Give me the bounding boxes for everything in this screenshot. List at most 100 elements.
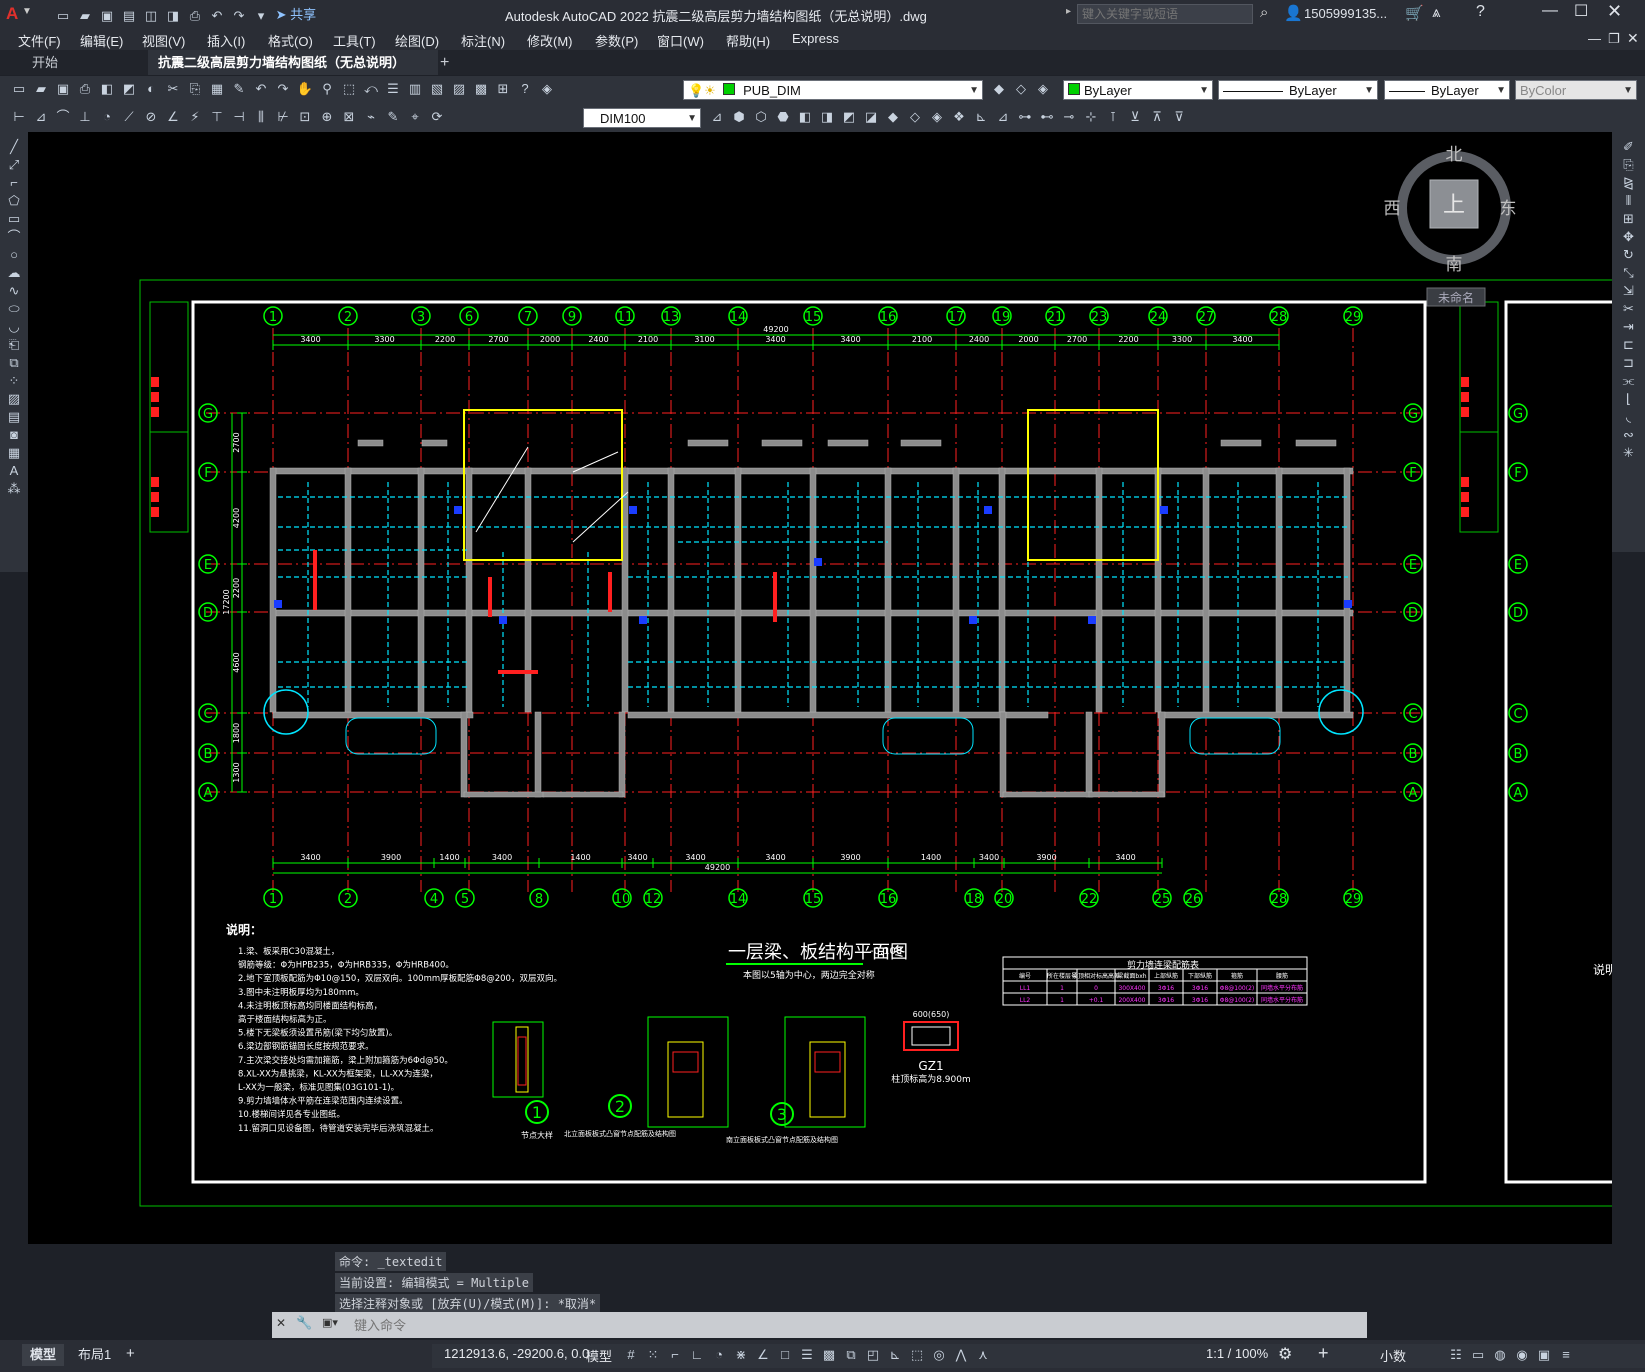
dimstyle-manager-icon[interactable]: ⊿ (708, 108, 726, 126)
view-left-icon[interactable]: ◧ (796, 108, 814, 126)
view-se-iso-icon[interactable]: ◇ (906, 108, 924, 126)
tab-document[interactable]: 抗震二级高层剪力墙结构图纸（无总说明）*✕ (148, 50, 438, 95)
transparency-icon[interactable]: ▩ (820, 1346, 838, 1364)
view-nw-iso-icon[interactable]: ❖ (950, 108, 968, 126)
add-layout-icon[interactable]: + (126, 1345, 135, 1362)
dynamic-ucs-icon[interactable]: ⊾ (886, 1346, 904, 1364)
properties-icon[interactable]: ☰ (384, 80, 402, 98)
dim-text-edit-icon[interactable]: ⌖ (406, 108, 424, 126)
command-close-icon[interactable]: ✕ (276, 1316, 286, 1330)
ucs-object-icon[interactable]: ⊸ (1060, 108, 1078, 126)
ucs-icon[interactable]: ⊾ (972, 108, 990, 126)
viewcube[interactable]: 上 北 南 西 东 未命名 (1384, 145, 1517, 307)
autocad-logo-icon[interactable]: A (6, 4, 18, 24)
infer-icon[interactable]: ⌐ (666, 1346, 684, 1364)
otrack-icon[interactable]: ∠ (754, 1346, 772, 1364)
doc-close-icon[interactable]: ✕ (1627, 30, 1639, 47)
line-icon[interactable]: ╱ (5, 138, 23, 156)
plotstyle-dropdown[interactable]: ByColor ▼ (1515, 80, 1637, 100)
ortho-icon[interactable]: ∟ (688, 1346, 706, 1364)
selection-cycling-icon[interactable]: ⧉ (842, 1346, 860, 1364)
menu-help[interactable]: 帮助(H) (726, 31, 770, 50)
print-icon[interactable]: ⎙ (76, 80, 94, 98)
user-name[interactable]: 1505999135... (1304, 6, 1387, 21)
publish-icon[interactable]: ◩ (120, 80, 138, 98)
redo-icon[interactable]: ↷ (274, 80, 292, 98)
tool-palettes-icon[interactable]: ▧ (428, 80, 446, 98)
scale-icon[interactable]: ⤡ (1620, 264, 1638, 282)
snap-icon[interactable]: ⁙ (644, 1346, 662, 1364)
app-menu-chevron-icon[interactable]: ▼ (22, 6, 32, 17)
dim-continue-icon[interactable]: ⊣ (230, 108, 248, 126)
viewcube-west-label[interactable]: 西 (1384, 199, 1401, 219)
osnap-icon[interactable]: □ (776, 1346, 794, 1364)
command-input[interactable] (352, 1314, 1356, 1337)
tab-layout1[interactable]: 布局1 (70, 1344, 119, 1366)
menu-parametric[interactable]: 参数(P) (595, 31, 638, 50)
search-icon[interactable]: ⌕ (1260, 4, 1268, 21)
dim-arc-icon[interactable]: ⌒ (54, 108, 72, 126)
make-block-icon[interactable]: ⧉ (5, 354, 23, 372)
qnew-icon[interactable]: ▭ (10, 80, 28, 98)
menu-dimension[interactable]: 标注(N) (461, 31, 505, 50)
zoom-window-icon[interactable]: ⬚ (340, 80, 358, 98)
autodesk-a360-icon[interactable]: ⩓ (1432, 4, 1440, 21)
design-center-icon[interactable]: ▥ (406, 80, 424, 98)
command-prompt-icon[interactable]: ▣▾ (322, 1316, 338, 1329)
join-icon[interactable]: ⫘ (1620, 372, 1638, 390)
markup-icon[interactable]: ▩ (472, 80, 490, 98)
cart-icon[interactable]: 🛒 (1405, 4, 1424, 22)
copy-object-icon[interactable]: ⎘ (1620, 156, 1638, 174)
dim-edit-icon[interactable]: ✎ (384, 108, 402, 126)
save-icon[interactable]: ▣ (54, 80, 72, 98)
ucs-face-icon[interactable]: ⊷ (1038, 108, 1056, 126)
hatch-icon[interactable]: ▨ (5, 390, 23, 408)
blend-icon[interactable]: ∾ (1620, 426, 1638, 444)
dim-break-icon[interactable]: ⊬ (274, 108, 292, 126)
undo-icon[interactable]: ↶ (208, 7, 226, 25)
save-icon[interactable]: ▣ (98, 7, 116, 25)
plot-icon[interactable]: ⎙ (186, 7, 204, 25)
dim-jogged-icon[interactable]: ⟋ (120, 108, 138, 126)
sheet-set-icon[interactable]: ▨ (450, 80, 468, 98)
color-dropdown[interactable]: ByLayer ▼ (1063, 80, 1213, 100)
dim-angular-icon[interactable]: ∠ (164, 108, 182, 126)
tolerance-icon[interactable]: ⊡ (296, 108, 314, 126)
mtext-icon[interactable]: A (5, 462, 23, 480)
ucs-previous-icon[interactable]: ⊶ (1016, 108, 1034, 126)
ucs-3point-icon[interactable]: ⊼ (1148, 108, 1166, 126)
menu-draw[interactable]: 绘图(D) (395, 31, 439, 50)
user-icon[interactable]: 👤 (1284, 4, 1303, 22)
ucs-view-icon[interactable]: ⊹ (1082, 108, 1100, 126)
layer-manager-icon[interactable]: ◈ (538, 80, 556, 98)
isolate-objects-icon[interactable]: ◍ (1491, 1346, 1509, 1364)
menu-window[interactable]: 窗口(W) (657, 31, 704, 50)
coordinates-readout[interactable]: 1212913.6, -29200.6, 0.0 (444, 1346, 589, 1361)
open-web-icon[interactable]: ◫ (142, 7, 160, 25)
customization-icon[interactable]: ≡ (1557, 1346, 1575, 1364)
viewcube-north-label[interactable]: 北 (1446, 145, 1463, 165)
dim-radius-icon[interactable]: ◔ (98, 108, 116, 126)
help-icon[interactable]: ? (1476, 3, 1485, 21)
polygon-icon[interactable]: ⬠ (5, 192, 23, 210)
close-icon[interactable]: ✕ (1607, 1, 1622, 22)
copy-icon[interactable]: ⎘ (186, 80, 204, 98)
redo-icon[interactable]: ↷ (230, 7, 248, 25)
view-sw-iso-icon[interactable]: ◆ (884, 108, 902, 126)
view-back-icon[interactable]: ◪ (862, 108, 880, 126)
menu-tools[interactable]: 工具(T) (333, 31, 376, 50)
dimstyle-dropdown[interactable]: DIM100 ▼ (583, 108, 701, 128)
pan-icon[interactable]: ✋ (296, 80, 314, 98)
make-current-icon[interactable]: ◆ (990, 80, 1008, 98)
plus-icon[interactable]: + (1318, 1343, 1329, 1364)
linetype-dropdown[interactable]: ByLayer ▼ (1218, 80, 1378, 100)
lineweight-icon[interactable]: ☰ (798, 1346, 816, 1364)
preview-icon[interactable]: ◧ (98, 80, 116, 98)
quick-properties-icon[interactable]: ☷ (1447, 1346, 1465, 1364)
dim-ordinate-icon[interactable]: ⊥ (76, 108, 94, 126)
zoom-previous-icon[interactable]: ⤺ (362, 80, 380, 98)
layer-states-icon[interactable]: ◈ (1034, 80, 1052, 98)
dim-update-icon[interactable]: ⟳ (428, 108, 446, 126)
inspect-icon[interactable]: ⊠ (340, 108, 358, 126)
ucs-x-icon[interactable]: ⊽ (1170, 108, 1188, 126)
